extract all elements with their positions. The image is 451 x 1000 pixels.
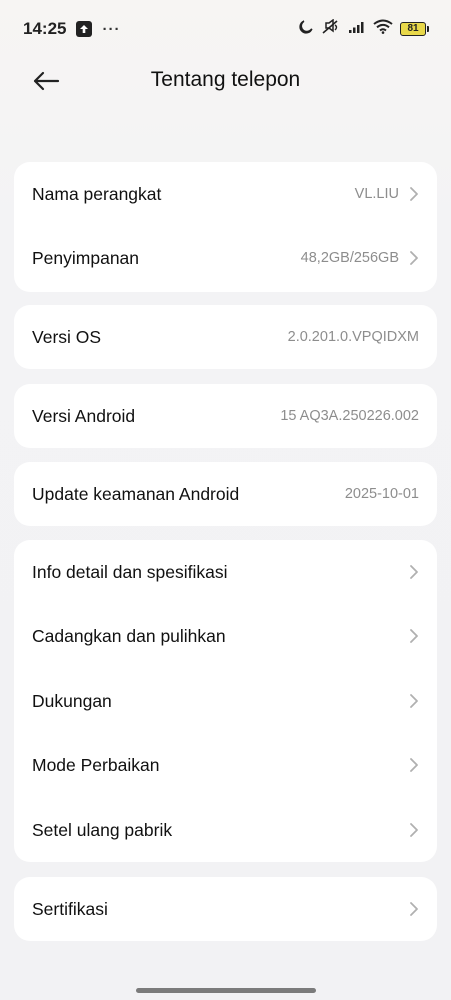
chevron-right-icon <box>410 694 418 708</box>
row-certification[interactable]: Sertifikasi <box>14 877 437 941</box>
menu-card: Info detail dan spesifikasi Cadangkan da… <box>14 540 437 862</box>
device-card: Nama perangkat VL.LIU Penyimpanan 48,2GB… <box>14 162 437 292</box>
chevron-right-icon <box>410 565 418 579</box>
row-device-name[interactable]: Nama perangkat VL.LIU <box>14 162 437 226</box>
row-value: 2025-10-01 <box>344 486 419 502</box>
os-version-card: Versi OS 2.0.201.0.VPQIDXM <box>14 305 437 369</box>
row-label: Mode Perbaikan <box>32 754 160 775</box>
row-security-update[interactable]: Update keamanan Android 2025-10-01 <box>14 462 437 526</box>
row-os-version[interactable]: Versi OS 2.0.201.0.VPQIDXM <box>14 305 437 369</box>
home-indicator[interactable] <box>136 988 316 993</box>
row-repair-mode[interactable]: Mode Perbaikan <box>14 733 437 797</box>
row-label: Versi Android <box>32 405 136 426</box>
chevron-right-icon <box>410 629 418 643</box>
row-label: Setel ulang pabrik <box>32 819 173 840</box>
upload-icon <box>76 21 93 37</box>
status-bar: 14:25 ··· 81 <box>0 0 451 58</box>
chevron-right-icon <box>410 758 418 772</box>
row-label: Cadangkan dan pulihkan <box>32 625 226 646</box>
row-label: Nama perangkat <box>32 183 162 204</box>
chevron-right-icon <box>410 187 418 201</box>
status-right: 81 <box>298 18 429 40</box>
status-time: 14:25 <box>23 19 67 38</box>
certification-card: Sertifikasi <box>14 877 437 941</box>
more-notifications-icon: ··· <box>102 20 121 38</box>
row-label: Penyimpanan <box>32 247 140 268</box>
row-label: Sertifikasi <box>32 898 108 919</box>
header: Tentang telepon <box>0 58 451 104</box>
row-backup-restore[interactable]: Cadangkan dan pulihkan <box>14 604 437 668</box>
security-update-card: Update keamanan Android 2025-10-01 <box>14 462 437 526</box>
row-label: Versi OS <box>32 326 102 347</box>
row-value: VL.LIU <box>354 186 399 202</box>
moon-icon <box>298 19 314 40</box>
status-left: 14:25 ··· <box>23 19 120 39</box>
row-value: 15 AQ3A.250226.002 <box>280 408 419 424</box>
row-storage[interactable]: Penyimpanan 48,2GB/256GB <box>14 226 437 290</box>
row-value: 2.0.201.0.VPQIDXM <box>287 329 419 345</box>
chevron-right-icon <box>410 251 418 265</box>
row-detail-specs[interactable]: Info detail dan spesifikasi <box>14 540 437 604</box>
row-support[interactable]: Dukungan <box>14 669 437 733</box>
row-factory-reset[interactable]: Setel ulang pabrik <box>14 798 437 862</box>
battery-icon: 81 <box>400 22 429 36</box>
row-label: Dukungan <box>32 690 112 711</box>
battery-level: 81 <box>400 22 426 36</box>
row-value: 48,2GB/256GB <box>300 250 399 266</box>
chevron-right-icon <box>410 823 418 837</box>
chevron-right-icon <box>410 902 418 916</box>
row-label: Update keamanan Android <box>32 483 240 504</box>
page-title: Tentang telepon <box>150 68 301 91</box>
silent-icon <box>321 18 341 40</box>
android-version-card: Versi Android 15 AQ3A.250226.002 <box>14 384 437 448</box>
row-android-version[interactable]: Versi Android 15 AQ3A.250226.002 <box>14 384 437 448</box>
signal-icon <box>348 20 366 39</box>
wifi-icon <box>373 19 393 39</box>
row-label: Info detail dan spesifikasi <box>32 561 228 582</box>
